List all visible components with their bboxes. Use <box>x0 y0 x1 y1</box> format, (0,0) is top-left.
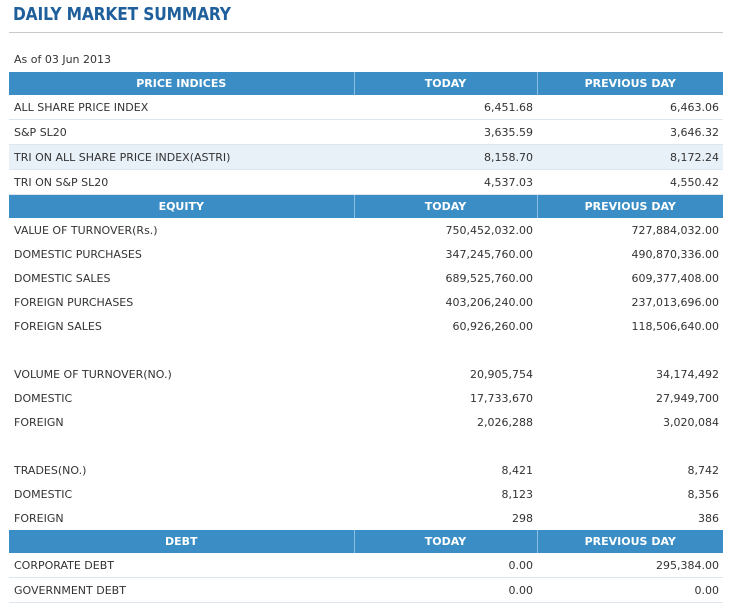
today-value: 2,026,288 <box>477 415 533 429</box>
table-row: DOMESTIC SALES 689,525,760.00 609,377,40… <box>9 266 723 290</box>
today-value: 8,123 <box>501 487 534 501</box>
row-label: DOMESTIC <box>14 391 73 405</box>
previous-value: 8,172.24 <box>537 144 723 170</box>
previous-value: 237,013,696.00 <box>631 295 719 309</box>
market-summary-table: PRICE INDICES TODAY PREVIOUS DAY ALL SHA… <box>9 72 723 603</box>
previous-value: 27,949,700 <box>656 391 719 405</box>
spacer-cell <box>537 338 723 362</box>
row-label: ALL SHARE PRICE INDEX <box>9 95 354 120</box>
spacer-row <box>9 338 723 362</box>
row-label: FOREIGN <box>14 415 64 429</box>
table-row: TRI ON ALL SHARE PRICE INDEX(ASTRI) 8,15… <box>9 144 723 170</box>
equity-header: EQUITY <box>9 194 355 218</box>
previous-day-column-header: PREVIOUS DAY <box>537 530 723 553</box>
spacer-cell <box>9 338 354 362</box>
today-value: 750,452,032.00 <box>445 223 533 237</box>
table-row: TRADES(NO.) 8,421 8,742 <box>9 458 723 482</box>
today-value: 689,525,760.00 <box>445 271 533 285</box>
table-row: FOREIGN SALES 60,926,260.00 118,506,640.… <box>9 314 723 338</box>
previous-value: 118,506,640.00 <box>631 319 719 333</box>
table-row: VOLUME OF TURNOVER(NO.) 20,905,754 34,17… <box>9 362 723 386</box>
row-label: VOLUME OF TURNOVER(NO.) <box>14 367 172 381</box>
row-label: S&P SL20 <box>9 119 354 145</box>
row-label: TRADES(NO.) <box>14 463 87 477</box>
previous-value: 4,550.42 <box>537 169 723 195</box>
row-label: VALUE OF TURNOVER(Rs.) <box>14 223 158 237</box>
today-value: 3,635.59 <box>354 119 537 145</box>
today-value: 17,733,670 <box>470 391 533 405</box>
row-label: TRI ON S&P SL20 <box>9 169 354 195</box>
table-row: S&P SL20 3,635.59 3,646.32 <box>9 119 723 145</box>
table-row: FOREIGN 2,026,288 3,020,084 <box>9 410 723 434</box>
today-column-header: TODAY <box>354 194 538 218</box>
table-row: DOMESTIC 8,123 8,356 <box>9 482 723 506</box>
previous-value: 490,870,336.00 <box>631 247 719 261</box>
previous-value: 34,174,492 <box>656 367 719 381</box>
table-row: DOMESTIC PURCHASES 347,245,760.00 490,87… <box>9 242 723 266</box>
as-of-date: As of 03 Jun 2013 <box>14 53 112 66</box>
table-row: TRI ON S&P SL20 4,537.03 4,550.42 <box>9 169 723 195</box>
debt-header-row: DEBT TODAY PREVIOUS DAY <box>9 530 723 553</box>
today-value: 20,905,754 <box>470 367 533 381</box>
today-value: 60,926,260.00 <box>452 319 533 333</box>
equity-header-row: EQUITY TODAY PREVIOUS DAY <box>9 194 723 218</box>
row-label: FOREIGN PURCHASES <box>14 295 134 309</box>
table-row: FOREIGN 298 386 <box>9 506 723 530</box>
previous-day-column-header: PREVIOUS DAY <box>537 72 723 95</box>
today-value: 6,451.68 <box>354 95 537 120</box>
table-row: CORPORATE DEBT 0.00 295,384.00 <box>9 553 723 578</box>
page-title: DAILY MARKET SUMMARY <box>13 4 231 25</box>
previous-value: 0.00 <box>537 577 723 603</box>
today-value: 8,158.70 <box>354 144 537 170</box>
table-row: GOVERNMENT DEBT 0.00 0.00 <box>9 577 723 603</box>
row-label: DOMESTIC <box>14 487 73 501</box>
previous-value: 609,377,408.00 <box>631 271 719 285</box>
row-label: CORPORATE DEBT <box>9 553 354 578</box>
previous-value: 386 <box>698 511 719 525</box>
table-row: DOMESTIC 17,733,670 27,949,700 <box>9 386 723 410</box>
spacer-row <box>9 434 723 458</box>
spacer-cell <box>354 434 537 458</box>
row-label: DOMESTIC PURCHASES <box>14 247 142 261</box>
previous-day-column-header: PREVIOUS DAY <box>537 194 723 218</box>
today-value: 403,206,240.00 <box>445 295 533 309</box>
today-value: 0.00 <box>354 577 537 603</box>
today-value: 298 <box>512 511 533 525</box>
previous-value: 295,384.00 <box>537 553 723 578</box>
row-label: FOREIGN <box>14 511 64 525</box>
today-value: 4,537.03 <box>354 169 537 195</box>
row-label: GOVERNMENT DEBT <box>9 577 354 603</box>
debt-header: DEBT <box>9 530 355 553</box>
today-column-header: TODAY <box>354 72 538 95</box>
table-row: VALUE OF TURNOVER(Rs.) 750,452,032.00 72… <box>9 218 723 242</box>
price-indices-header-row: PRICE INDICES TODAY PREVIOUS DAY <box>9 72 723 95</box>
previous-value: 8,356 <box>687 487 720 501</box>
today-value: 347,245,760.00 <box>445 247 533 261</box>
table-row: ALL SHARE PRICE INDEX 6,451.68 6,463.06 <box>9 95 723 120</box>
row-label: FOREIGN SALES <box>14 319 102 333</box>
previous-value: 3,646.32 <box>537 119 723 145</box>
spacer-cell <box>9 434 354 458</box>
row-label: DOMESTIC SALES <box>14 271 111 285</box>
today-value: 0.00 <box>354 553 537 578</box>
previous-value: 8,742 <box>687 463 720 477</box>
today-value: 8,421 <box>501 463 534 477</box>
previous-value: 727,884,032.00 <box>631 223 719 237</box>
title-divider <box>9 32 723 33</box>
spacer-cell <box>354 338 537 362</box>
previous-value: 6,463.06 <box>537 95 723 120</box>
table-row: FOREIGN PURCHASES 403,206,240.00 237,013… <box>9 290 723 314</box>
previous-value: 3,020,084 <box>663 415 719 429</box>
spacer-cell <box>537 434 723 458</box>
row-label: TRI ON ALL SHARE PRICE INDEX(ASTRI) <box>9 144 354 170</box>
today-column-header: TODAY <box>354 530 538 553</box>
price-indices-header: PRICE INDICES <box>9 72 355 95</box>
